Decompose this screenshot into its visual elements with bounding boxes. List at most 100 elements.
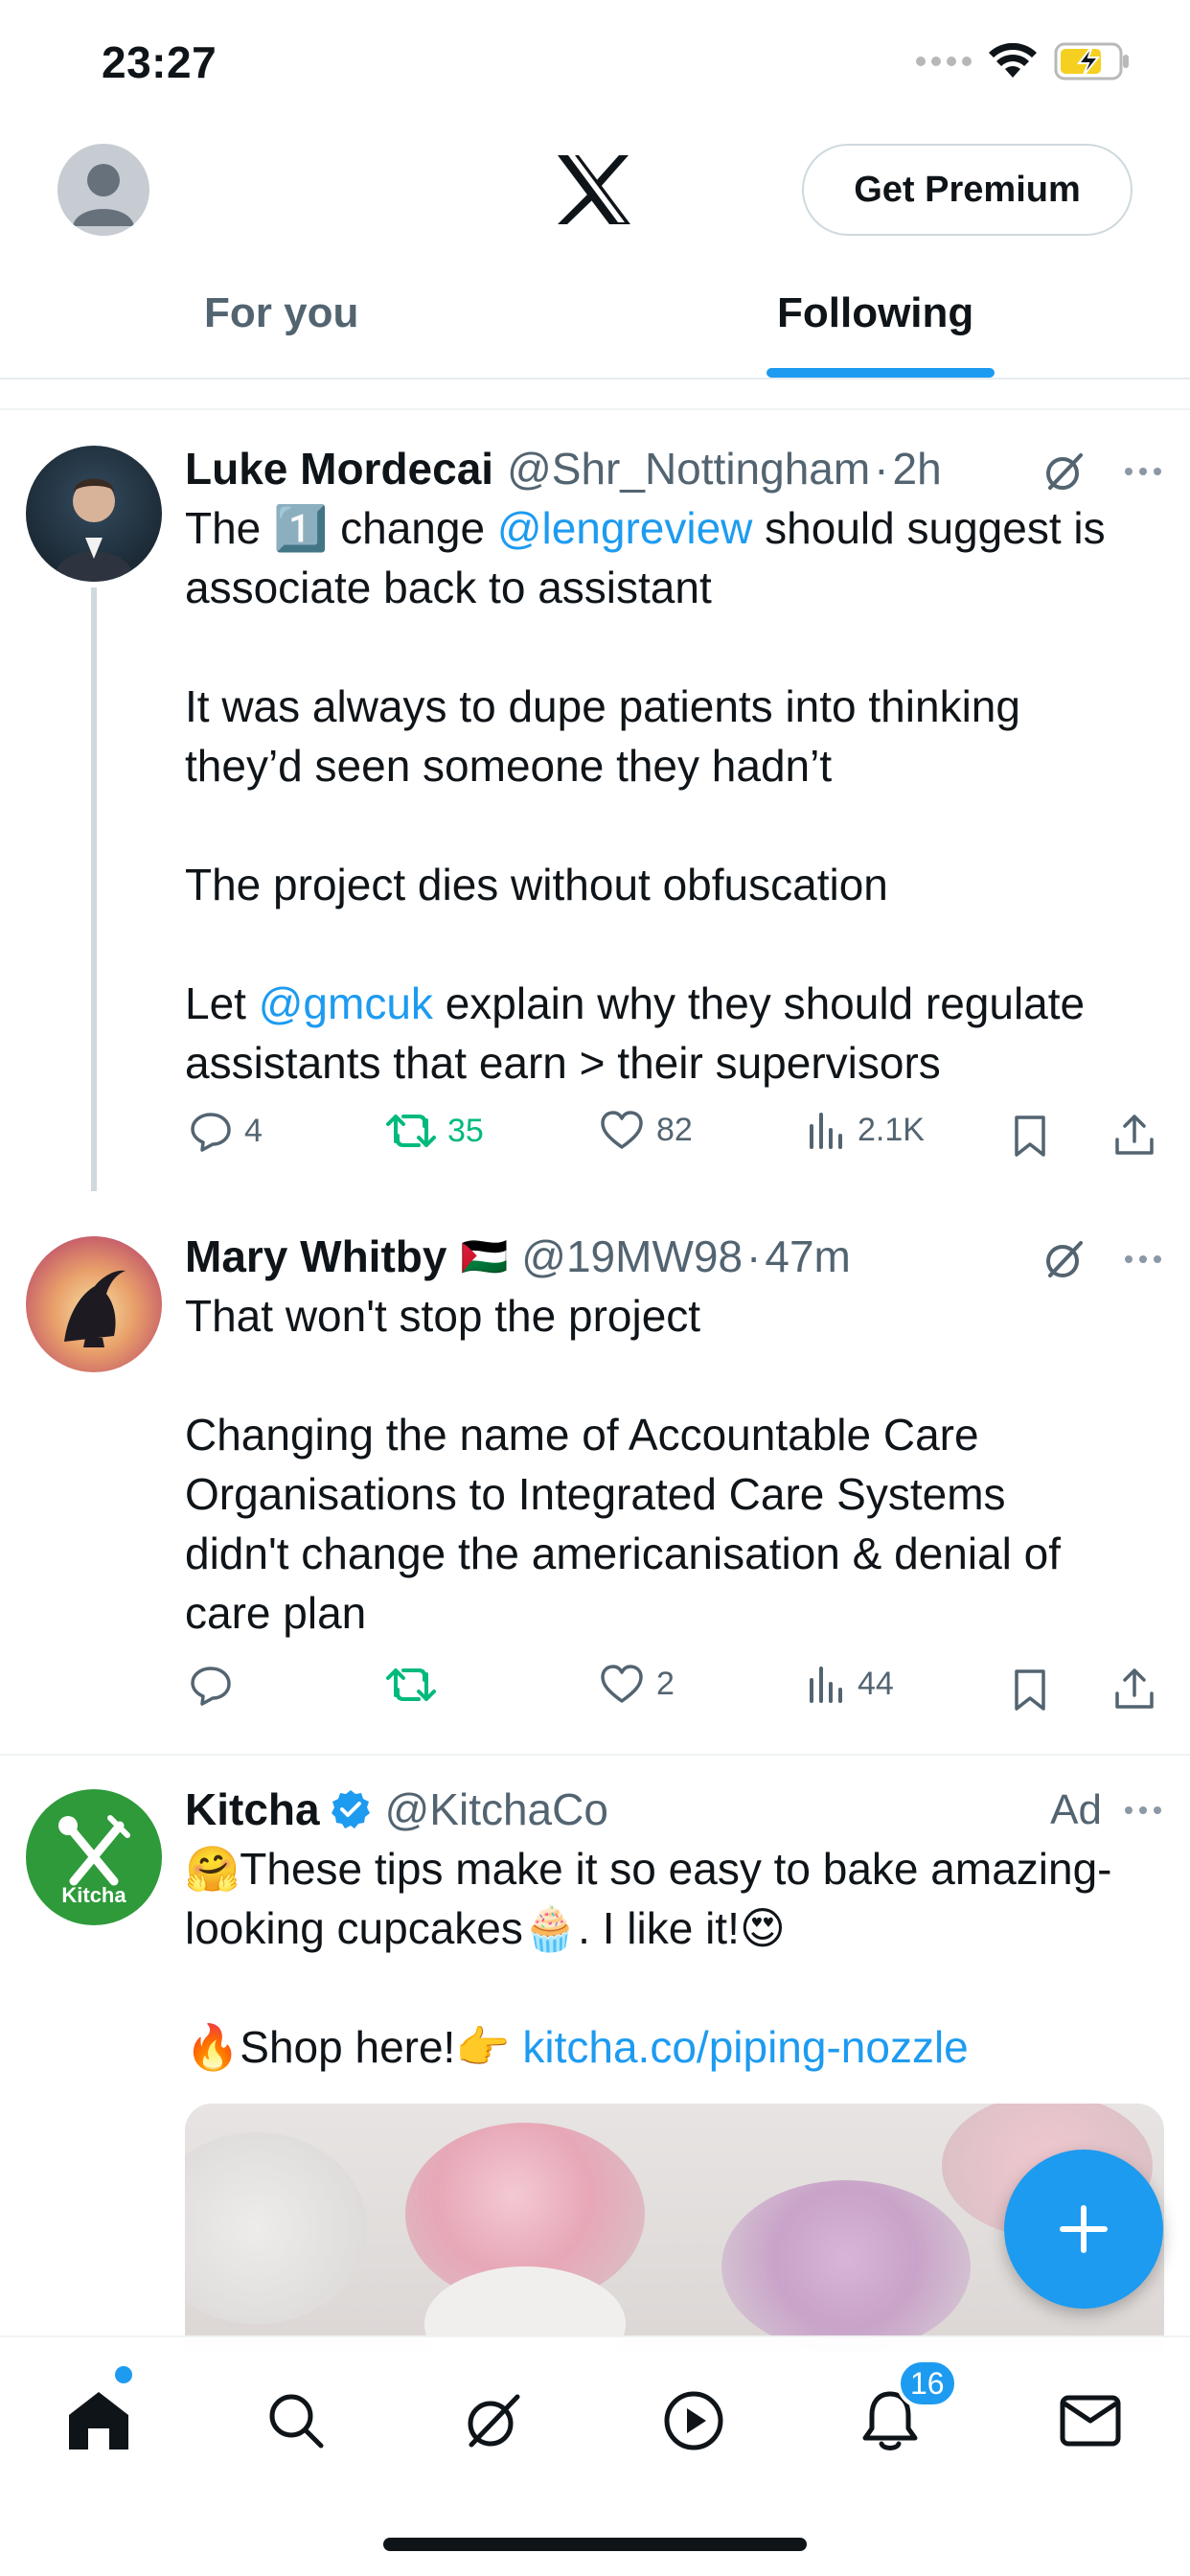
tweet-header: Kitcha @KitchaCo — [185, 1781, 608, 1838]
share-icon[interactable] — [1112, 1667, 1156, 1711]
cell-signal-icon — [916, 57, 972, 66]
tweet-actions: 2 44 — [185, 1663, 1162, 1720]
wifi-icon — [989, 43, 1037, 78]
tweet-controls — [1042, 449, 1161, 494]
divider — [0, 1754, 1190, 1756]
nav-home[interactable] — [56, 2378, 142, 2464]
status-icons — [916, 42, 1131, 80]
promo-link[interactable]: kitcha.co/piping-nozzle — [522, 2022, 968, 2072]
compose-button[interactable] — [1004, 2150, 1163, 2309]
nav-video[interactable] — [651, 2378, 737, 2464]
tweet[interactable]: Luke Mordecai @Shr_Nottingham · 2h The 1… — [0, 444, 1190, 1191]
play-circle-icon — [664, 2391, 723, 2450]
verified-badge-icon — [331, 1790, 370, 1828]
user-handle[interactable]: @19MW98 — [521, 1230, 743, 1282]
retweet-icon — [386, 1115, 436, 1147]
tweet-controls: Ad — [1050, 1786, 1161, 1834]
share-icon[interactable] — [1112, 1113, 1156, 1157]
nav-search[interactable] — [253, 2378, 339, 2464]
grok-icon[interactable] — [1042, 1237, 1087, 1281]
avatar-photo — [53, 478, 135, 582]
active-tab-indicator — [767, 368, 995, 378]
plus-icon — [1060, 2205, 1108, 2253]
like-button[interactable]: 2 — [599, 1663, 675, 1705]
tweet-header: Mary Whitby 🇵🇸 @19MW98 · 47m — [185, 1228, 851, 1285]
new-posts-dot — [115, 2366, 132, 2383]
bookmark-icon[interactable] — [1011, 1115, 1049, 1159]
grok-icon — [468, 2394, 520, 2448]
envelope-icon — [1060, 2395, 1121, 2447]
view-count: 44 — [858, 1665, 894, 1702]
tab-following[interactable]: Following — [777, 289, 973, 337]
get-premium-button[interactable]: Get Premium — [802, 144, 1133, 236]
profile-avatar-button[interactable] — [57, 144, 149, 236]
reply-icon — [191, 1113, 231, 1152]
views-chart-icon — [810, 1667, 842, 1703]
nav-messages[interactable] — [1047, 2378, 1133, 2464]
retweet-icon — [386, 1668, 436, 1701]
avatar-brand-text: Kitcha — [61, 1883, 126, 1907]
tweet-time: 2h — [892, 444, 942, 494]
tweet[interactable]: Mary Whitby 🇵🇸 @19MW98 · 47m That won't … — [0, 1231, 1190, 1739]
user-name[interactable]: Kitcha — [185, 1783, 320, 1835]
retweet-count: 35 — [447, 1112, 484, 1149]
reply-icon — [191, 1667, 231, 1706]
divider — [0, 408, 1190, 410]
user-name[interactable]: Mary Whitby — [185, 1230, 446, 1282]
more-options-icon[interactable] — [1125, 1255, 1161, 1263]
tweet-text: The 1️⃣ change @lengreview should sugges… — [185, 503, 1106, 1088]
notification-badge: 16 — [897, 2358, 958, 2408]
mention-link[interactable]: @gmcuk — [259, 978, 433, 1028]
mention-link[interactable]: @lengreview — [497, 503, 753, 553]
tweet-text: That won't stop the project Changing the… — [185, 1291, 1062, 1638]
views-chart-icon — [810, 1113, 842, 1149]
person-icon — [73, 164, 134, 226]
user-name[interactable]: Luke Mordecai — [185, 443, 493, 494]
nav-grok[interactable] — [450, 2378, 537, 2464]
x-logo-icon — [558, 155, 630, 224]
avatar[interactable] — [26, 1236, 162, 1372]
like-button[interactable]: 82 — [599, 1109, 693, 1151]
dot-separator: · — [874, 444, 889, 494]
user-handle[interactable]: @Shr_Nottingham — [507, 443, 870, 494]
search-icon — [269, 2394, 324, 2449]
status-time: 23:27 — [102, 37, 217, 87]
user-handle[interactable]: @KitchaCo — [385, 1783, 608, 1835]
view-count: 2.1K — [858, 1111, 925, 1148]
more-options-icon[interactable] — [1125, 1806, 1161, 1814]
tweet-text: 🤗These tips make it so easy to bake amaz… — [185, 1844, 1112, 2072]
cupcake-image — [721, 2180, 971, 2353]
more-options-icon[interactable] — [1125, 468, 1161, 475]
tweet-header: Luke Mordecai @Shr_Nottingham · 2h — [185, 440, 942, 497]
avatar[interactable] — [26, 446, 162, 582]
flag-emoji: 🇵🇸 — [460, 1235, 509, 1278]
avatar[interactable]: Kitcha — [26, 1789, 162, 1925]
tweet-controls — [1042, 1237, 1161, 1281]
bookmark-icon[interactable] — [1011, 1668, 1049, 1713]
tweet-time: 47m — [765, 1231, 851, 1281]
like-count: 82 — [656, 1111, 693, 1148]
views-button[interactable]: 2.1K — [808, 1109, 925, 1151]
cupcake-image — [185, 2132, 367, 2324]
reply-count: 4 — [244, 1112, 263, 1149]
tab-for-you[interactable]: For you — [204, 289, 358, 337]
battery-charging-icon — [1054, 42, 1129, 80]
avatar-photo — [64, 1270, 126, 1347]
like-count: 2 — [656, 1665, 675, 1702]
retweet-button[interactable]: 35 — [386, 1109, 484, 1153]
ad-label: Ad — [1050, 1786, 1102, 1833]
home-icon — [69, 2392, 128, 2450]
grok-icon[interactable] — [1042, 449, 1087, 494]
heart-icon — [601, 1111, 643, 1149]
reply-button[interactable]: 4 — [189, 1109, 263, 1153]
timeline-tabs: For you Following — [0, 268, 1190, 380]
views-button[interactable]: 44 — [808, 1663, 894, 1705]
status-bar: 23:27 — [0, 0, 1190, 129]
heart-icon — [601, 1665, 643, 1703]
retweet-button[interactable] — [386, 1663, 447, 1707]
dot-separator: · — [746, 1231, 762, 1281]
tweet-actions: 4 35 82 2.1K — [185, 1109, 1162, 1166]
reply-button[interactable] — [189, 1663, 244, 1707]
home-indicator — [383, 2538, 807, 2551]
thread-line — [91, 587, 97, 1191]
